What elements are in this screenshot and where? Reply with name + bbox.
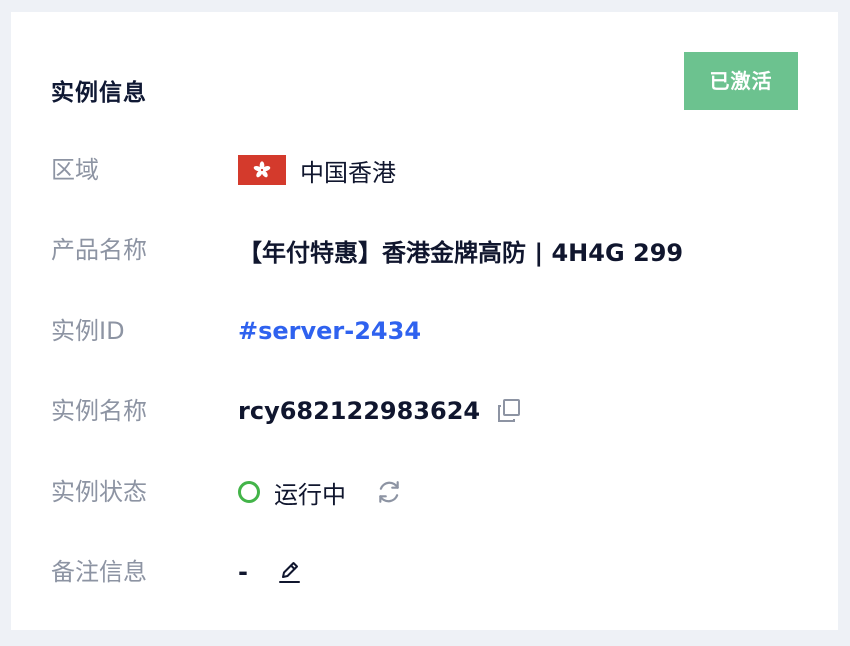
instance-name-text: rcy682122983624 (238, 397, 481, 425)
instance-id-value: #server-2434 (238, 309, 421, 353)
card-title: 实例信息 (51, 80, 147, 106)
status-circle-icon (238, 481, 260, 503)
region-label: 区域 (51, 156, 99, 184)
edit-pencil-icon[interactable] (278, 559, 302, 585)
region-value: 中国香港 (238, 148, 396, 192)
instance-status-label: 实例状态 (51, 478, 147, 506)
instance-id-link[interactable]: #server-2434 (238, 317, 421, 345)
row-instance-name: 实例名称 rcy682122983624 (51, 389, 811, 433)
instance-id-label: 实例ID (51, 317, 125, 345)
product-name-text: 【年付特惠】香港金牌高防 | 4H4G 299 (238, 238, 684, 267)
product-name-value: 【年付特惠】香港金牌高防 | 4H4G 299 (238, 228, 683, 272)
status-badge: 已激活 (684, 52, 798, 110)
product-name-label: 产品名称 (51, 236, 147, 264)
copy-icon[interactable] (496, 398, 522, 424)
region-text: 中国香港 (300, 158, 396, 187)
row-instance-id: 实例ID #server-2434 (51, 309, 811, 353)
row-instance-status: 实例状态 运行中 (51, 470, 811, 514)
hong-kong-flag-icon (238, 155, 286, 185)
refresh-icon[interactable] (376, 479, 402, 505)
row-region: 区域 中国香港 (51, 148, 811, 192)
instance-name-value: rcy682122983624 (238, 389, 522, 433)
instance-info-card: 实例信息 已激活 区域 中国香港 产品名称 【年付特惠】香港金牌高防 | 4H4… (11, 12, 838, 630)
remark-text: - (238, 558, 248, 586)
row-remark: 备注信息 - (51, 550, 811, 594)
instance-status-text: 运行中 (274, 480, 346, 509)
instance-status-value: 运行中 (238, 470, 402, 514)
row-product-name: 产品名称 【年付特惠】香港金牌高防 | 4H4G 299 (51, 228, 811, 272)
remark-value: - (238, 550, 302, 594)
instance-name-label: 实例名称 (51, 397, 147, 425)
remark-label: 备注信息 (51, 558, 147, 586)
